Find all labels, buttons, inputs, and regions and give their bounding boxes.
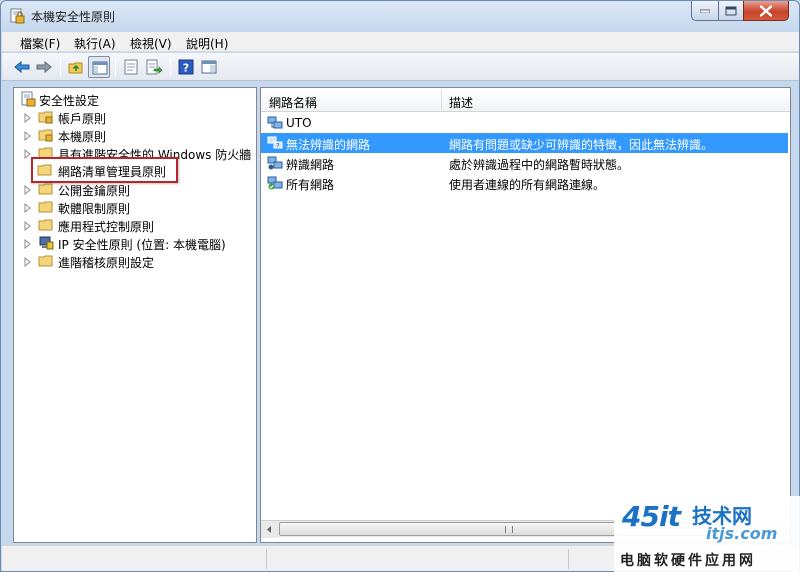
watermark-brand: 45it <box>622 500 681 533</box>
scroll-left-icon <box>261 526 278 541</box>
tree-label: 網路清單管理員原則 <box>58 165 167 179</box>
identifying-network-icon <box>267 155 283 171</box>
security-policy-app-icon <box>9 8 25 24</box>
network-description: 處於辨識過程中的網路暫時狀態。 <box>449 158 630 172</box>
locked-folder-icon <box>38 127 54 143</box>
expand-arrow-icon[interactable] <box>24 112 32 124</box>
tree-item-software-restriction[interactable]: 軟體限制原則 <box>14 198 254 216</box>
toolbar-separator <box>170 58 171 76</box>
tree-pane[interactable]: 安全性設定 帳戶原則 本機原則 具有進階安全性的 Windows 防火牆 公開金… <box>13 87 257 543</box>
list-item[interactable]: 辨識網路 處於辨識過程中的網路暫時狀態。 <box>261 153 788 173</box>
expand-arrow-icon[interactable] <box>24 220 32 232</box>
tree-label: 公開金鑰原則 <box>58 184 131 198</box>
locked-folder-icon <box>38 109 54 125</box>
toolbar-separator <box>60 58 61 76</box>
status-divider <box>568 549 569 569</box>
scroll-left-button[interactable] <box>261 521 278 538</box>
list-item-selected[interactable]: ? 無法辨識的網路 網路有問題或缺少可辨識的特徵，因此無法辨識。 <box>261 133 788 153</box>
app-window: 本機安全性原則 檔案(F) 執行(A) 檢視(V) 說明(H) ? 安全性設定 … <box>0 0 800 572</box>
column-divider[interactable] <box>441 90 442 110</box>
ip-security-icon <box>38 235 54 251</box>
unidentified-network-icon: ? <box>267 135 283 151</box>
folder-icon <box>38 181 54 197</box>
status-divider <box>266 549 267 569</box>
tree-label: 進階稽核原則設定 <box>58 256 155 270</box>
grip-icon <box>505 526 513 533</box>
window-title: 本機安全性原則 <box>31 10 116 24</box>
help-button[interactable]: ? <box>175 56 197 78</box>
back-button[interactable] <box>11 56 33 78</box>
tree-label: IP 安全性原則 (位置: 本機電腦) <box>58 238 226 252</box>
toolbar-separator <box>115 58 116 76</box>
tree-label: 本機原則 <box>58 130 107 144</box>
list-item[interactable]: 所有網路 使用者連線的所有網路連線。 <box>261 173 788 193</box>
all-networks-icon <box>267 175 283 191</box>
list-header: 網路名稱 描述 <box>261 88 790 112</box>
tree-item-account-policies[interactable]: 帳戶原則 <box>14 108 254 126</box>
expand-arrow-icon[interactable] <box>24 130 32 142</box>
network-description: 使用者連線的所有網路連線。 <box>449 178 606 192</box>
forward-button[interactable] <box>33 56 55 78</box>
svg-text:?: ? <box>183 62 189 75</box>
network-name: 辨識網路 <box>286 158 335 172</box>
watermark-logo: 45it 技术网 itjs.com 电脑软硬件应用网 <box>614 496 800 572</box>
show-hide-tree-button[interactable] <box>88 56 110 78</box>
folder-icon <box>38 199 54 215</box>
network-name: 所有網路 <box>286 178 335 192</box>
network-description: 網路有問題或缺少可辨識的特徵，因此無法辨識。 <box>449 138 714 152</box>
list-item[interactable]: UTO <box>261 113 788 133</box>
expand-arrow-icon[interactable] <box>24 256 32 268</box>
network-icon <box>267 115 283 131</box>
svg-text:?: ? <box>276 143 279 150</box>
maximize-button[interactable] <box>718 1 744 21</box>
tree-label: 應用程式控制原則 <box>58 220 155 234</box>
mmc-view-button[interactable] <box>198 56 220 78</box>
highlighted-tree-item[interactable]: 網路清單管理員原則 <box>31 157 178 183</box>
column-header-name[interactable]: 網路名稱 <box>269 94 317 111</box>
security-settings-icon <box>20 91 36 107</box>
expand-arrow-icon[interactable] <box>24 238 32 250</box>
properties-button[interactable] <box>120 56 142 78</box>
tree-label: 安全性設定 <box>39 94 100 108</box>
menu-file[interactable]: 檔案(F) <box>20 35 60 52</box>
tree-label: 帳戶原則 <box>58 112 107 126</box>
toolbar: ? <box>2 53 799 81</box>
list-pane[interactable]: 網路名稱 描述 UTO ? 無法辨識的網路 網路有問題或缺少可辨識的特徵，因此無… <box>260 87 791 543</box>
tree-item-local-policies[interactable]: 本機原則 <box>14 126 254 144</box>
folder-icon <box>38 253 54 269</box>
folder-icon <box>38 217 54 233</box>
menu-view[interactable]: 檢視(V) <box>130 35 172 52</box>
tree-item-advanced-audit[interactable]: 進階稽核原則設定 <box>14 252 254 270</box>
expand-arrow-icon[interactable] <box>24 202 32 214</box>
watermark-url: itjs.com <box>706 524 778 543</box>
network-name: 無法辨識的網路 <box>286 138 371 152</box>
watermark-tagline: 电脑软硬件应用网 <box>620 553 756 569</box>
close-button[interactable] <box>743 1 789 21</box>
tree-item-ip-security[interactable]: IP 安全性原則 (位置: 本機電腦) <box>14 234 254 252</box>
minimize-button[interactable] <box>691 1 719 21</box>
tree-item-security-settings[interactable]: 安全性設定 <box>14 90 254 108</box>
export-list-button[interactable] <box>143 56 165 78</box>
up-folder-button[interactable] <box>65 56 87 78</box>
menu-bar: 檔案(F) 執行(A) 檢視(V) 說明(H) <box>2 32 799 52</box>
expand-arrow-icon[interactable] <box>24 184 32 196</box>
tree-label: 軟體限制原則 <box>58 202 131 216</box>
tree-item-application-control[interactable]: 應用程式控制原則 <box>14 216 254 234</box>
menu-help[interactable]: 說明(H) <box>186 35 228 52</box>
menu-action[interactable]: 執行(A) <box>74 35 116 52</box>
network-name: UTO <box>286 116 312 130</box>
column-header-description[interactable]: 描述 <box>449 94 473 111</box>
title-bar[interactable]: 本機安全性原則 <box>1 1 799 31</box>
folder-icon <box>37 162 53 178</box>
